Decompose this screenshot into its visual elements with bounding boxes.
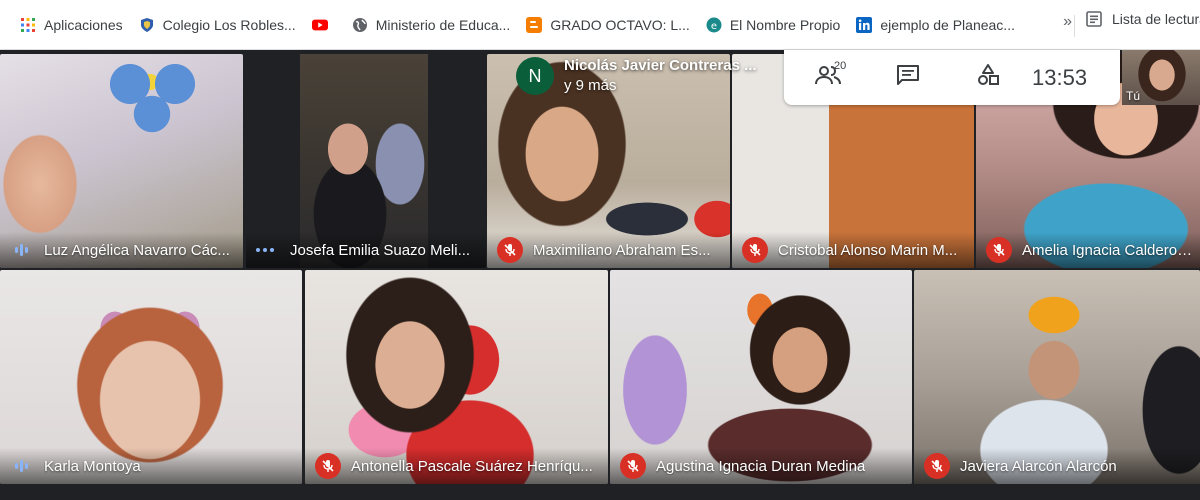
participant-tile[interactable]: Antonella Pascale Suárez Henríqu... bbox=[305, 270, 608, 484]
mic-off-icon bbox=[924, 453, 950, 479]
participant-name: Agustina Ignacia Duran Medina bbox=[656, 457, 866, 475]
participant-tile[interactable]: Javiera Alarcón Alarcón bbox=[914, 270, 1200, 484]
participant-name-bar: Karla Montoya bbox=[0, 448, 302, 484]
self-label: Tú bbox=[1126, 89, 1141, 103]
presenter-others: y 9 más bbox=[564, 77, 617, 94]
bookmark-label: ejemplo de Planeac... bbox=[880, 16, 1015, 33]
shield-crest-icon bbox=[139, 17, 155, 33]
bookmark-label: El Nombre Propio bbox=[729, 16, 841, 33]
bookmark-youtube[interactable] bbox=[306, 11, 342, 39]
blogger-icon bbox=[526, 16, 543, 33]
youtube-icon bbox=[311, 17, 328, 33]
participant-name-bar: Agustina Ignacia Duran Medina bbox=[610, 448, 912, 484]
apps-grid-icon bbox=[20, 17, 36, 33]
reading-list-label: Lista de lectura bbox=[1112, 11, 1200, 27]
chat-icon bbox=[896, 64, 920, 91]
bookmark-nombre-propio[interactable]: e El Nombre Propio bbox=[700, 11, 847, 39]
bookmarks-overflow-button[interactable]: » bbox=[1063, 13, 1072, 31]
speaking-indicator-icon bbox=[10, 241, 32, 259]
mic-off-icon bbox=[986, 237, 1012, 263]
mic-off-icon bbox=[620, 453, 646, 479]
bookmark-aplicaciones[interactable]: Aplicaciones bbox=[14, 11, 129, 39]
participant-tile[interactable]: Josefa Emilia Suazo Meli... bbox=[246, 54, 486, 268]
svg-text:e: e bbox=[711, 21, 717, 32]
participant-name: Amelia Ignacia Calderon ... bbox=[1022, 241, 1200, 259]
participant-name: Josefa Emilia Suazo Meli... bbox=[290, 241, 471, 259]
avatar: N bbox=[516, 57, 554, 95]
participant-name-bar: Amelia Ignacia Calderon ... bbox=[976, 232, 1200, 268]
teal-logo-icon: e bbox=[706, 17, 722, 33]
shapes-icon bbox=[976, 63, 1000, 92]
participant-name: Luz Angélica Navarro Các... bbox=[44, 241, 230, 259]
bookmark-label: GRADO OCTAVO: L... bbox=[550, 16, 690, 33]
bookmark-grado-octavo[interactable]: GRADO OCTAVO: L... bbox=[520, 11, 696, 39]
bookmarks-divider bbox=[1074, 15, 1075, 37]
linkedin-icon bbox=[856, 16, 873, 33]
participant-name-bar: Javiera Alarcón Alarcón bbox=[914, 448, 1200, 484]
bookmark-label: Aplicaciones bbox=[44, 16, 123, 33]
mic-off-icon bbox=[742, 237, 768, 263]
bookmark-planeacion[interactable]: ejemplo de Planeac... bbox=[850, 11, 1021, 39]
bookmarks-bar: Aplicaciones Colegio Los Robles... Minis… bbox=[0, 0, 1200, 50]
presenter-name: Nicolás Javier Contreras ... bbox=[564, 57, 757, 74]
meeting-grid: Luz Angélica Navarro Các... Josefa Emili… bbox=[0, 50, 1200, 500]
reading-list-icon bbox=[1086, 11, 1102, 27]
participant-name-bar: Antonella Pascale Suárez Henríqu... bbox=[305, 448, 608, 484]
participant-tile[interactable]: Karla Montoya bbox=[0, 270, 302, 484]
reading-list-button[interactable]: Lista de lectura bbox=[1086, 11, 1200, 27]
participant-name: Karla Montoya bbox=[44, 457, 141, 475]
participant-name-bar: Luz Angélica Navarro Các... bbox=[0, 232, 243, 268]
participant-name: Antonella Pascale Suárez Henríqu... bbox=[351, 457, 593, 475]
activities-button[interactable] bbox=[958, 56, 1018, 100]
meeting-info-bar: 20 13:53 bbox=[784, 50, 1120, 105]
globe-icon bbox=[352, 17, 368, 33]
participant-name: Maximiliano Abraham Es... bbox=[533, 241, 711, 259]
bookmark-label: Ministerio de Educa... bbox=[375, 16, 511, 33]
participant-name-bar: Josefa Emilia Suazo Meli... bbox=[246, 232, 486, 268]
participant-name: Cristobal Alonso Marin M... bbox=[778, 241, 958, 259]
chat-button[interactable] bbox=[878, 56, 938, 100]
bookmark-label: Colegio Los Robles... bbox=[162, 16, 296, 33]
participant-tile[interactable]: Luz Angélica Navarro Các... bbox=[0, 54, 243, 268]
bookmark-colegio[interactable]: Colegio Los Robles... bbox=[133, 11, 302, 39]
mic-off-icon bbox=[497, 237, 523, 263]
participant-name-bar: Cristobal Alonso Marin M... bbox=[732, 232, 974, 268]
presenter-chip[interactable]: N Nicolás Javier Contreras ... y 9 más bbox=[516, 56, 757, 96]
speaking-indicator-icon bbox=[10, 457, 32, 475]
meeting-clock: 13:53 bbox=[1032, 64, 1088, 90]
bookmark-ministerio[interactable]: Ministerio de Educa... bbox=[346, 11, 517, 39]
participants-count: 20 bbox=[834, 59, 847, 72]
participants-button[interactable]: 20 bbox=[798, 56, 858, 100]
self-view[interactable]: Tú bbox=[1122, 50, 1200, 105]
more-dots-icon bbox=[256, 248, 278, 252]
participant-name-bar: Maximiliano Abraham Es... bbox=[487, 232, 730, 268]
participant-name: Javiera Alarcón Alarcón bbox=[960, 457, 1117, 475]
mic-off-icon bbox=[315, 453, 341, 479]
participant-tile[interactable]: Agustina Ignacia Duran Medina bbox=[610, 270, 912, 484]
